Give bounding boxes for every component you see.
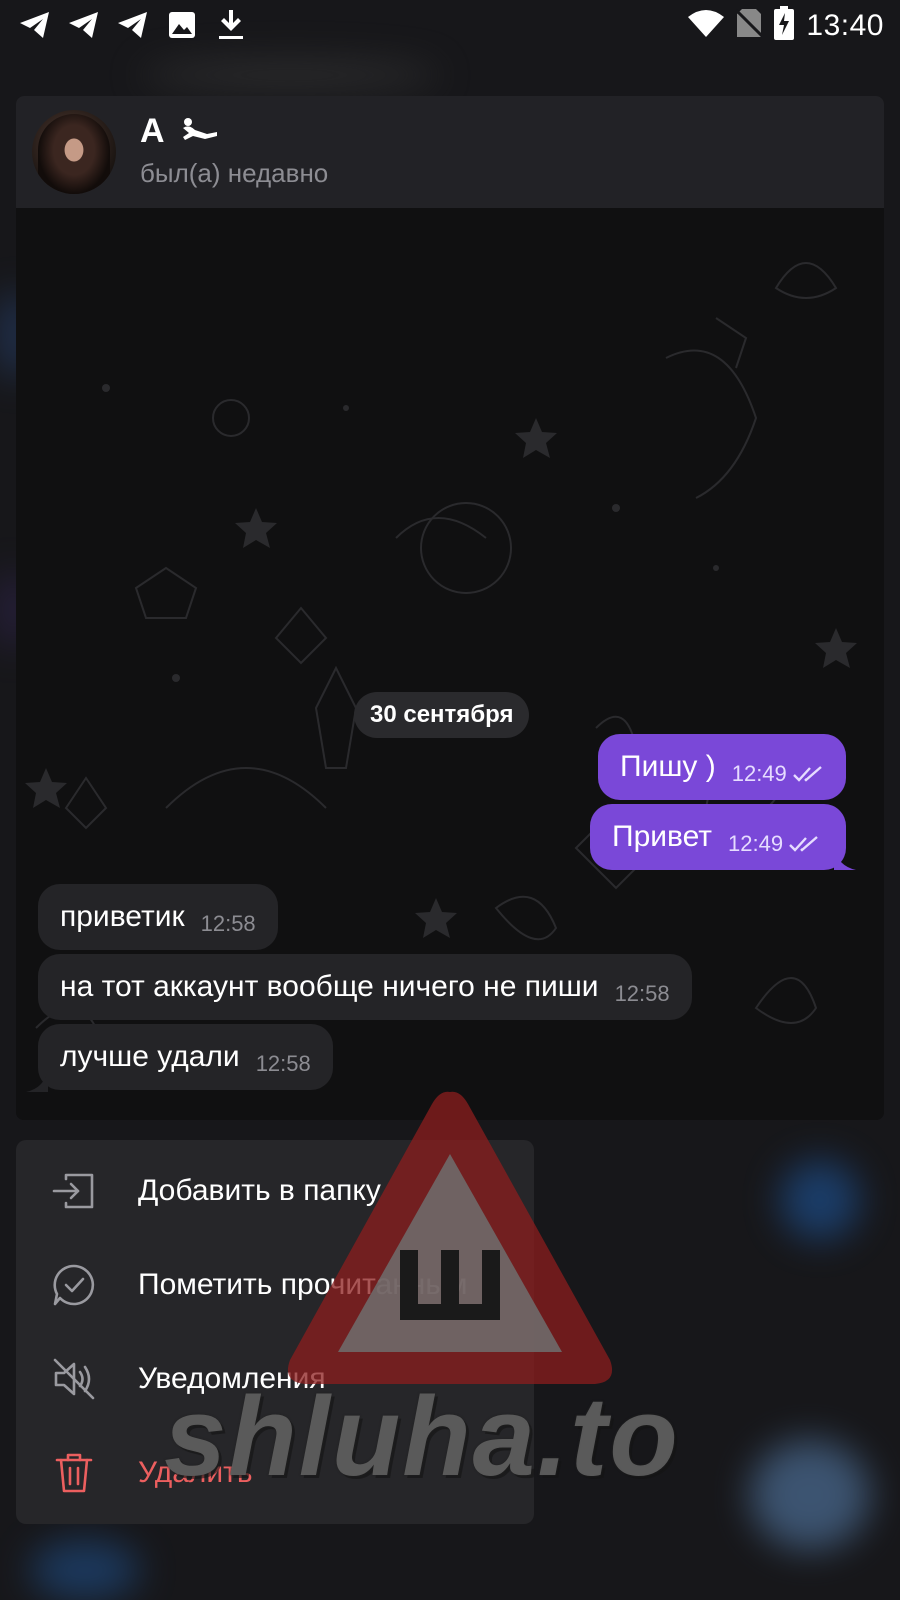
- message-text: на тот аккаунт вообще ничего не пиши: [60, 970, 599, 1003]
- status-bar: 13:40: [0, 0, 900, 50]
- message-time: 12:58: [614, 981, 670, 1006]
- double-check-icon: [792, 765, 825, 783]
- menu-item-label: Добавить в папку: [138, 1174, 381, 1207]
- mark-read-icon: [52, 1263, 96, 1307]
- menu-item-notifications[interactable]: Уведомления: [16, 1332, 534, 1426]
- chat-last-seen: был(а) недавно: [140, 158, 329, 188]
- status-time: 13:40: [806, 8, 884, 42]
- folder-add-icon: [52, 1169, 96, 1213]
- message-time: 12:49: [731, 761, 787, 786]
- telegram-icon: [67, 8, 101, 42]
- message-outgoing[interactable]: Пишу ) 12:49: [598, 734, 846, 800]
- menu-item-mark-read[interactable]: Пометить прочитанным: [16, 1238, 534, 1332]
- message-text: лучше удали: [60, 1040, 240, 1073]
- backdrop-blob: [30, 1540, 140, 1600]
- mute-icon: [52, 1357, 96, 1401]
- menu-item-delete[interactable]: Удалить: [16, 1426, 534, 1520]
- message-incoming[interactable]: лучше удали 12:58: [38, 1024, 333, 1090]
- message-time: 12:58: [255, 1051, 311, 1076]
- bubble-tail: [834, 848, 856, 870]
- double-check-icon: [789, 835, 821, 853]
- backdrop-blob: [780, 1160, 860, 1240]
- message-time: 12:58: [200, 911, 256, 936]
- telegram-icon: [116, 8, 150, 42]
- download-icon: [214, 8, 248, 42]
- wifi-icon: [688, 9, 725, 42]
- bubble-tail: [26, 1070, 48, 1092]
- backdrop-blob: [750, 1440, 870, 1550]
- menu-item-add-to-folder[interactable]: Добавить в папку: [16, 1144, 534, 1238]
- date-divider: 30 сентября: [354, 692, 530, 738]
- avatar[interactable]: [32, 110, 116, 194]
- reclining-figure-emoji-icon: [179, 112, 219, 151]
- menu-item-label: Уведомления: [138, 1362, 326, 1395]
- backdrop-blob: [140, 60, 440, 90]
- chat-name-text: A: [140, 112, 165, 150]
- trash-icon: [52, 1451, 96, 1495]
- chat-header[interactable]: A был(а) недавно: [16, 96, 884, 208]
- chat-title: A: [140, 112, 219, 151]
- message-text: приветик: [60, 900, 185, 933]
- message-time: 12:49: [728, 831, 784, 856]
- chat-preview[interactable]: A был(а) недавно 30 сентября Пишу) 12:4…: [16, 96, 884, 1120]
- message-incoming[interactable]: приветик 12:58: [38, 884, 278, 950]
- battery-charging-icon: [774, 6, 795, 45]
- message-outgoing[interactable]: Привет 12:49: [590, 804, 846, 870]
- menu-item-label: Удалить: [138, 1456, 253, 1489]
- message-text: Пишу ): [620, 750, 716, 783]
- menu-item-label: Пометить прочитанным: [138, 1268, 468, 1301]
- image-icon: [165, 8, 199, 42]
- message-incoming[interactable]: на тот аккаунт вообще ничего не пиши 12:…: [38, 954, 692, 1020]
- telegram-icon: [18, 8, 52, 42]
- context-menu: Добавить в папку Пометить прочитанным Ув…: [16, 1140, 534, 1524]
- message-text: Привет: [612, 820, 713, 853]
- no-sim-icon: [735, 8, 764, 43]
